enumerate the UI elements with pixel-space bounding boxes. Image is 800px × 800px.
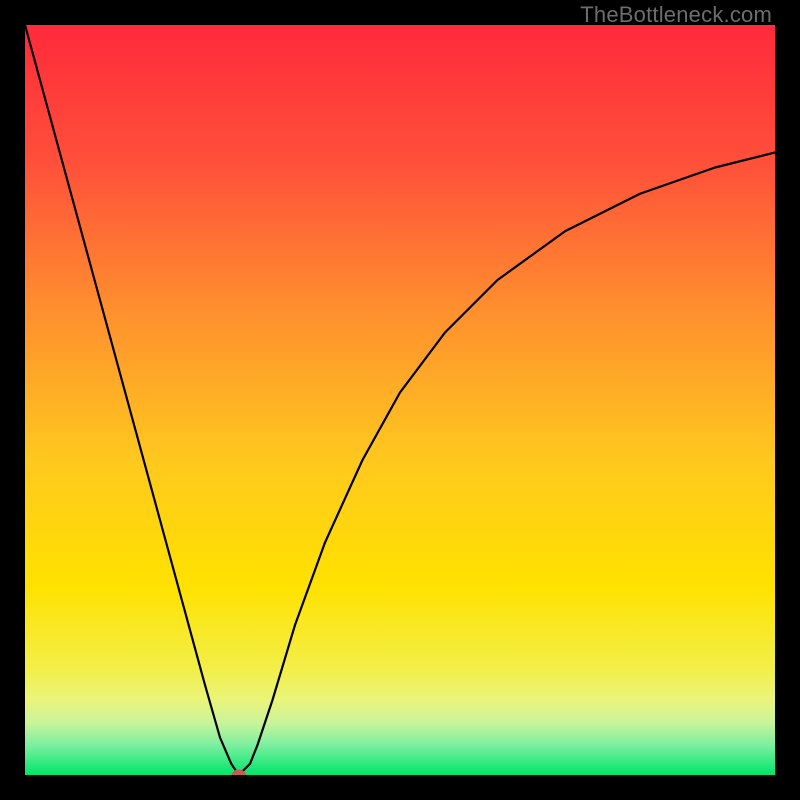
gradient-background xyxy=(25,25,775,775)
plot-area xyxy=(25,25,775,775)
chart-svg xyxy=(25,25,775,775)
chart-frame: TheBottleneck.com xyxy=(0,0,800,800)
